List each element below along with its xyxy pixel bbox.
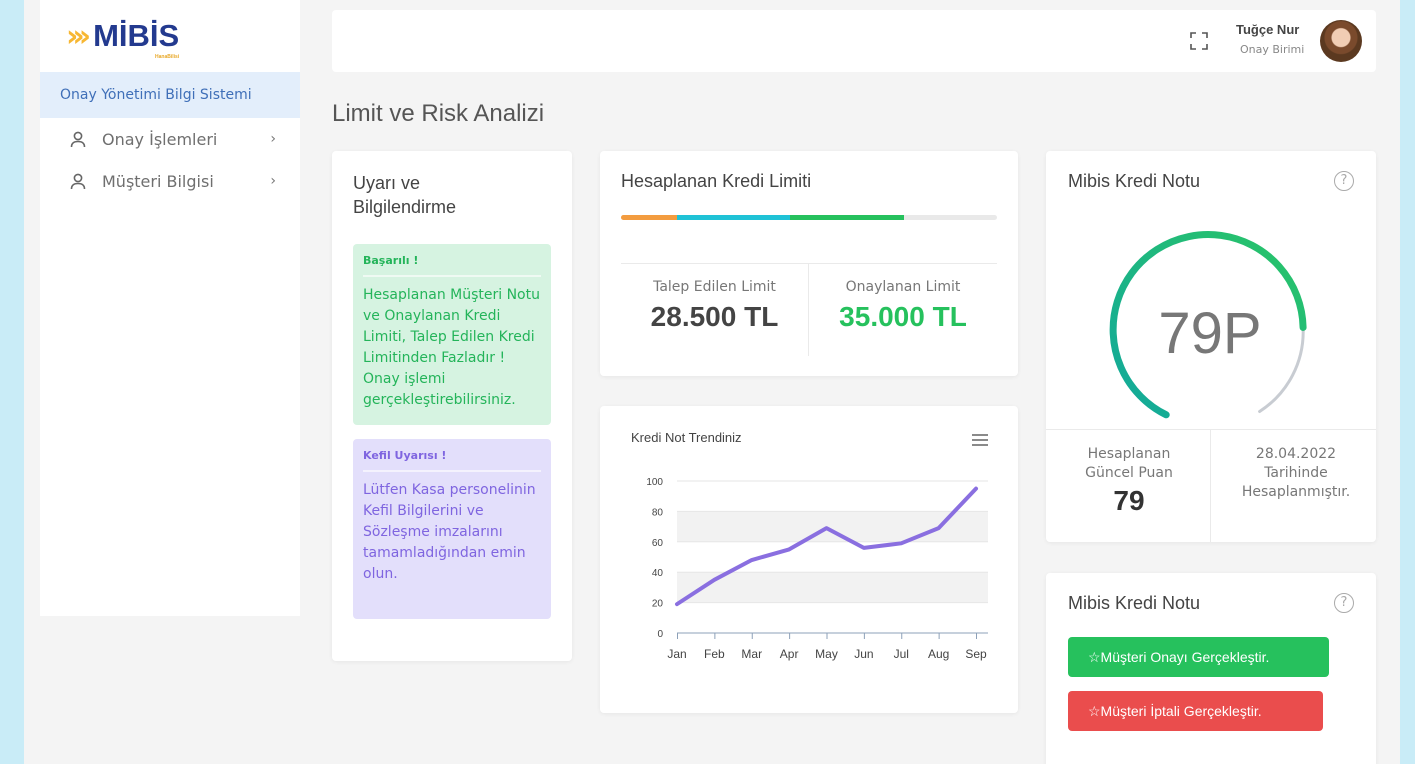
approve-customer-button[interactable]: ☆Müşteri Onayı Gerçekleştir. [1068,637,1329,677]
actions-card: Mibis Kredi Notu ? ☆Müşteri Onayı Gerçek… [1046,573,1376,764]
progress-segment-2 [677,215,790,220]
limit-progress-bar [621,215,997,220]
guarantor-alert-body: Lütfen Kasa personelinin Kefil Bilgileri… [363,482,536,582]
divider [1210,430,1211,542]
fullscreen-icon[interactable] [1190,32,1208,50]
y-tick-label: 20 [652,599,664,610]
credit-trend-card: Kredi Not Trendiniz 0 20 40 60 80 100 Jan Feb Ma… [600,406,1018,713]
gauge-value: 79P [1158,301,1261,366]
progress-segment-3 [790,215,904,220]
sidebar: ››› MİBİS HanaBilisi Onay Yönetimi Bilgi… [40,0,300,616]
divider [1046,429,1376,430]
x-tick-label: Sep [965,647,987,661]
x-tick-label: Feb [704,647,725,661]
cancel-customer-button[interactable]: ☆Müşteri İptali Gerçekleştir. [1068,691,1323,731]
user-icon [70,131,86,147]
avatar[interactable] [1320,20,1362,62]
app-frame: ››› MİBİS HanaBilisi Onay Yönetimi Bilgi… [24,0,1400,764]
alerts-card: Uyarı ve Bilgilendirme Başarılı ! Hesapl… [332,151,572,661]
user-icon [70,173,86,189]
credit-score-card: Mibis Kredi Notu ? 79P Hesaplanan Güncel… [1046,151,1376,542]
x-tick-label: May [815,647,838,661]
current-score-label: Hesaplanan Güncel Puan [1085,446,1173,481]
credit-limit-card: Hesaplanan Kredi Limiti Talep Edilen Lim… [600,151,1018,376]
y-tick-label: 0 [657,629,663,640]
chevron-right-icon: › [270,173,276,189]
score-gauge: 79P [1109,231,1307,419]
x-tick-label: Mar [741,647,762,661]
trend-chart: 0 20 40 60 80 100 Jan Feb Mar Apr May Jun Jul Aug Sep [646,477,988,661]
y-tick-label: 80 [652,507,664,518]
current-score-value: 79 [1113,485,1145,516]
divider [621,263,997,264]
logo[interactable]: ››› MİBİS HanaBilisi [40,0,300,72]
y-tick-label: 60 [652,538,664,549]
requested-limit-value: 28.500 TL [650,301,779,332]
system-title[interactable]: Onay Yönetimi Bilgi Sistemi [40,72,300,118]
chevron-right-icon: › [270,131,276,147]
score-date-text: 28.04.2022 Tarihinde Hesaplanmıştır. [1241,446,1351,500]
requested-limit-label: Talep Edilen Limit [653,279,776,295]
y-tick-label: 40 [652,568,664,579]
logo-text: MİBİS HanaBilisi [93,18,180,60]
progress-segment-1 [621,215,677,220]
logo-subtitle: HanaBilisi [155,54,180,60]
approved-limit-label: Onaylanan Limit [845,279,961,295]
sidebar-item-onay-islemleri[interactable]: Onay İşlemleri › [40,118,300,160]
user-role: Onay Birimi [1240,43,1305,56]
x-tick-label: Jun [854,647,873,661]
help-icon[interactable]: ? [1334,593,1354,613]
top-bar: Tuğçe Nur Onay Birimi [332,10,1376,72]
sidebar-item-label: Onay İşlemleri [102,129,218,149]
gauge-track [1258,326,1305,413]
credit-limit-title: Hesaplanan Kredi Limiti [621,171,812,191]
success-alert: Başarılı ! Hesaplanan Müşteri Notu ve On… [353,244,551,425]
sidebar-item-label: Müşteri Bilgisi [102,171,214,191]
user-name[interactable]: Tuğçe Nur [1236,22,1299,37]
page-title: Limit ve Risk Analizi [332,100,545,127]
logo-wordmark: MİBİS [93,18,180,53]
guarantor-alert: Kefil Uyarısı ! Lütfen Kasa personelinin… [353,439,551,619]
x-tick-label: Jan [667,647,686,661]
x-tick-label: Apr [780,647,799,661]
y-tick-label: 100 [646,477,663,488]
success-alert-body: Hesaplanan Müşteri Notu ve Onaylanan Kre… [363,287,540,408]
alerts-title: Uyarı ve Bilgilendirme [353,173,457,217]
sidebar-item-musteri-bilgisi[interactable]: Müşteri Bilgisi › [40,160,300,202]
x-tick-label: Jul [894,647,909,661]
guarantor-alert-heading: Kefil Uyarısı ! [363,449,541,472]
x-tick-label: Aug [928,647,949,661]
success-alert-heading: Başarılı ! [363,254,541,277]
approved-limit-value: 35.000 TL [839,301,967,332]
actions-title: Mibis Kredi Notu [1068,593,1201,613]
logo-arrows-icon: ››› [66,18,91,54]
